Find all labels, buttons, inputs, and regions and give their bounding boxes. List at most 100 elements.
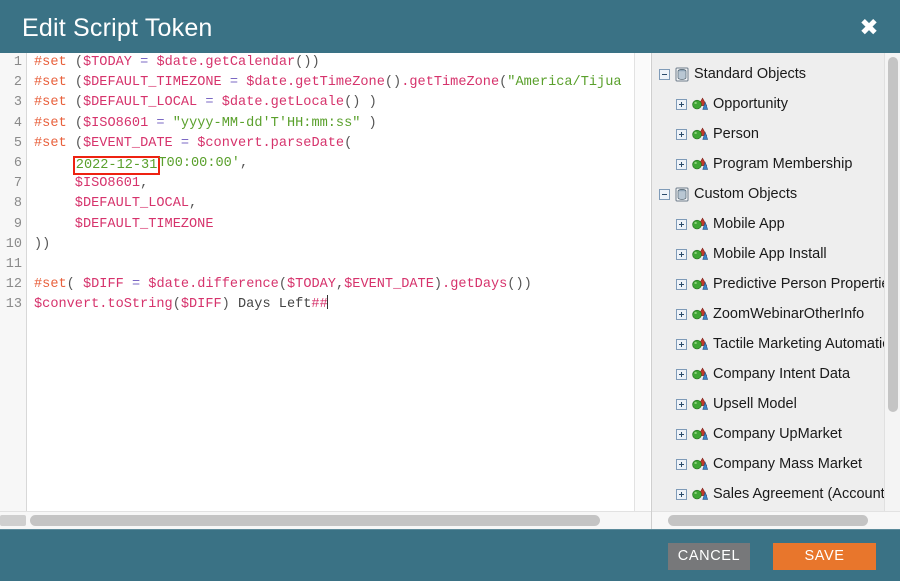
editor-line-number: 11	[5, 256, 22, 272]
script-editor-viewport[interactable]: 1 2 3 4 5 6 7 8 9 10 11 12 13 #set ($TODAY = $date.g…	[0, 53, 635, 511]
code-token: ,	[140, 176, 149, 192]
object-tree-list: Standard Objects Opportunity Person Program…	[652, 53, 884, 509]
code-token: ())	[295, 55, 320, 70]
tree-node-person[interactable]: Person	[652, 119, 884, 149]
editor-horizontal-scrollbar[interactable]	[0, 511, 651, 529]
tree-node-label: Program Membership	[713, 155, 853, 172]
tree-node-opportunity[interactable]: Opportunity	[652, 89, 884, 119]
code-token: .getCalendar	[197, 55, 296, 70]
code-token: (	[74, 75, 83, 91]
save-button[interactable]: SAVE	[773, 543, 876, 570]
expand-plus-icon[interactable]	[676, 368, 687, 380]
expand-plus-icon[interactable]	[676, 428, 687, 440]
object-shapes-icon	[692, 337, 708, 350]
object-shapes-icon	[692, 367, 713, 381]
object-shapes-icon	[692, 277, 713, 291]
editor-code-line[interactable]	[28, 255, 635, 275]
expand-plus-icon[interactable]	[676, 158, 687, 170]
dialog-titlebar: Edit Script Token ✖	[0, 0, 900, 53]
tree-vertical-scrollbar[interactable]	[884, 53, 900, 511]
editor-code-line[interactable]: $DEFAULT_TIMEZONE	[28, 215, 635, 235]
expand-plus-icon[interactable]	[676, 458, 687, 470]
tree-node-label: Opportunity	[713, 95, 788, 112]
tree-vscroll-thumb[interactable]	[888, 57, 898, 412]
editor-code-line[interactable]: #set ($EVENT_DATE = $convert.parseDate(	[28, 134, 635, 154]
expand-plus-icon[interactable]	[676, 398, 687, 410]
expand-plus-icon[interactable]	[676, 488, 687, 500]
tree-horizontal-scrollbar[interactable]	[652, 511, 900, 529]
editor-code-line[interactable]: $DEFAULT_LOCAL,	[28, 194, 635, 214]
code-token: Left	[278, 297, 312, 313]
editor-code-line[interactable]: ))	[28, 235, 635, 255]
editor-code-line[interactable]: #set( $DIFF = $date.difference($TODAY,$E…	[28, 275, 635, 295]
tree-node-mobile-app[interactable]: Mobile App	[652, 209, 884, 239]
code-token: (	[278, 277, 287, 293]
code-token: =	[229, 75, 239, 91]
tree-node-upsell-model[interactable]: Upsell Model	[652, 389, 884, 419]
editor-code-area[interactable]: #set ($TODAY = $date.getCalendar()) #set …	[28, 53, 635, 511]
editor-hscroll-corner	[0, 515, 26, 526]
code-token: $DEFAULT_LOCAL	[74, 196, 190, 212]
editor-code-line[interactable]: $ISO8601,	[28, 174, 635, 194]
editor-line-number: 2	[13, 75, 22, 91]
code-token: $date	[246, 75, 287, 91]
code-token: .getTimeZone	[286, 75, 385, 91]
cancel-button[interactable]: CANCEL	[668, 543, 750, 570]
editor-code-line[interactable]: #set ($DEFAULT_LOCAL = $date.getLocale()…	[28, 93, 635, 113]
editor-code-line[interactable]: #set ($TODAY = $date.getCalendar())	[28, 53, 635, 73]
tree-node-tactile-marketing-automation[interactable]: Tactile Marketing Automation	[652, 329, 884, 359]
code-token: )	[360, 115, 377, 131]
database-icon	[675, 187, 689, 201]
code-token: $convert	[197, 135, 263, 151]
tree-hscroll-thumb[interactable]	[668, 515, 868, 526]
expand-plus-icon[interactable]	[676, 308, 687, 320]
editor-line-number: 13	[5, 297, 22, 313]
code-token: $DIFF	[180, 297, 222, 313]
editor-vertical-scrollbar[interactable]	[634, 53, 650, 511]
editor-code-line[interactable]: $convert.toString($DIFF) Days Left##	[28, 295, 635, 315]
tree-node-company-mass-market[interactable]: Company Mass Market	[652, 449, 884, 479]
editor-code-line[interactable]: 2022-12-31T00:00:00',	[28, 154, 635, 175]
object-tree-viewport[interactable]: Standard Objects Opportunity Person Program…	[652, 53, 884, 511]
expand-plus-icon[interactable]	[676, 218, 687, 230]
editor-code-line[interactable]: #set ($DEFAULT_TIMEZONE = $date.getTimeZ…	[28, 73, 635, 93]
expand-plus-icon[interactable]	[676, 338, 687, 350]
editor-code-line[interactable]: #set ($ISO8601 = "yyyy-MM-dd'T'HH:mm:ss"…	[28, 114, 635, 134]
object-shapes-icon	[692, 307, 708, 320]
editor-line-number: 12	[5, 277, 22, 293]
expand-plus-icon[interactable]	[676, 278, 687, 290]
expand-plus-icon[interactable]	[676, 128, 687, 140]
database-icon	[675, 187, 694, 202]
tree-node-label: Company Mass Market	[713, 455, 863, 472]
code-token: (	[344, 135, 353, 151]
code-token: ()	[384, 75, 402, 91]
code-token: #set	[34, 95, 67, 111]
tree-node-company-upmarket[interactable]: Company UpMarket	[652, 419, 884, 449]
tree-node-mobile-app-install[interactable]: Mobile App Install	[652, 239, 884, 269]
object-shapes-icon	[692, 487, 713, 501]
collapse-minus-icon[interactable]	[659, 68, 670, 80]
tree-node-zoomwebinarotherinfo[interactable]: ZoomWebinarOtherInfo	[652, 299, 884, 329]
object-shapes-icon	[692, 397, 713, 411]
tree-node-standard-objects[interactable]: Standard Objects	[652, 59, 884, 89]
collapse-minus-icon[interactable]	[659, 188, 670, 200]
tree-node-sales-agreement-account[interactable]: Sales Agreement (Account)	[652, 479, 884, 509]
tree-node-company-intent-data[interactable]: Company Intent Data	[652, 359, 884, 389]
expand-plus-icon[interactable]	[676, 98, 687, 110]
object-shapes-icon	[692, 337, 713, 351]
code-token: (	[66, 277, 75, 293]
code-token: .getTimeZone	[401, 75, 500, 91]
expand-plus-icon[interactable]	[676, 248, 687, 260]
tree-node-custom-objects[interactable]: Custom Objects	[652, 179, 884, 209]
close-icon[interactable]: ✖	[856, 17, 882, 43]
code-token: (	[74, 95, 83, 111]
editor-hscroll-thumb[interactable]	[30, 515, 600, 526]
code-token: (	[74, 55, 83, 70]
object-shapes-icon	[692, 217, 713, 231]
tree-node-predictive-person-properties[interactable]: Predictive Person Properties	[652, 269, 884, 299]
tree-node-program-membership[interactable]: Program Membership	[652, 149, 884, 179]
